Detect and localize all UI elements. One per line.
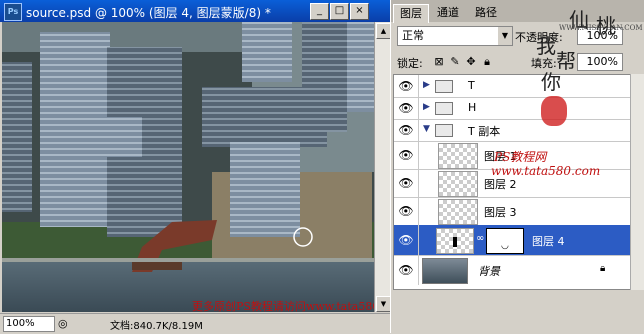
- scroll-up-icon[interactable]: ▲: [376, 23, 391, 39]
- site-url-watermark: WWW.MISSYUAN.COM: [559, 24, 643, 32]
- watermark-char: 我: [536, 34, 556, 58]
- lock-position-icon[interactable]: ✥: [465, 56, 477, 68]
- layer-name: H: [468, 101, 477, 114]
- watermark-char: 你: [541, 70, 561, 94]
- red-seal-icon: [541, 96, 567, 126]
- layer-name: T: [468, 79, 475, 92]
- photoshop-icon: Ps: [4, 3, 22, 21]
- eye-icon[interactable]: 👁︎: [397, 233, 415, 247]
- layer-thumbnail: [438, 171, 478, 197]
- expand-arrow-icon[interactable]: ▶: [423, 80, 430, 90]
- document-window: Ps source.psd @ 100% (图层 4, 图层蒙版/8) * _ …: [0, 0, 391, 334]
- tab-channels[interactable]: 通道: [431, 4, 465, 22]
- city-photo: [2, 22, 374, 312]
- layer-name: 图层 3: [484, 206, 517, 219]
- folder-open-icon: [435, 124, 453, 137]
- document-info[interactable]: 文档:840.7K/8.19M: [110, 317, 203, 332]
- layer-thumbnail: [438, 143, 478, 169]
- layer-name: 背景: [478, 265, 500, 278]
- fill-field[interactable]: 100%: [577, 53, 623, 71]
- maximize-button[interactable]: □: [330, 3, 349, 20]
- layer-row-3[interactable]: 👁︎ 图层 3: [394, 197, 630, 226]
- layer-row-h[interactable]: 👁︎ ▶ H: [394, 97, 630, 120]
- tata-url-watermark: www.tata580.com: [491, 164, 601, 178]
- layers-panel: 图层 通道 路径 正常 ▼ 不透明度: 100% 锁定: ⊠ ✎ ✥ 🔒︎ 填充…: [390, 0, 644, 333]
- eye-icon[interactable]: 👁︎: [397, 123, 415, 137]
- lock-pixels-icon[interactable]: ✎: [449, 56, 461, 68]
- close-button[interactable]: ×: [350, 3, 369, 20]
- ps-watermark: PS教程网: [494, 150, 547, 164]
- layer-row-t-copy[interactable]: 👁︎ ▼ T 副本: [394, 119, 630, 142]
- footer-watermark: 更多原创PS教程请访问www.tata580.com 及 仙桃帮你网站: [192, 300, 374, 312]
- eye-icon[interactable]: 👁︎: [397, 148, 415, 162]
- eye-icon[interactable]: 👁︎: [397, 101, 415, 115]
- layer-row-background[interactable]: 👁︎ 背景 🔒︎: [394, 255, 630, 285]
- document-title: source.psd @ 100% (图层 4, 图层蒙版/8) *: [26, 6, 271, 20]
- layer-name: 图层 4: [532, 235, 565, 248]
- blend-mode-select[interactable]: 正常 ▼: [397, 26, 513, 46]
- collapse-arrow-icon[interactable]: ▼: [423, 124, 430, 134]
- chevron-down-icon: ▼: [498, 27, 512, 45]
- layers-list: 👁︎ ▶ T 👁︎ ▶ H 👁︎ ▼ T 副本 👁︎ 图层 1 👁︎ 图层 2 …: [393, 74, 631, 290]
- tab-layers[interactable]: 图层: [393, 4, 429, 23]
- layer-thumbnail: [438, 199, 478, 225]
- minimize-button[interactable]: _: [310, 3, 329, 20]
- vertical-scrollbar[interactable]: ▲ ▼: [374, 22, 391, 312]
- blend-mode-value: 正常: [402, 29, 424, 42]
- image-canvas[interactable]: 更多原创PS教程请访问www.tata580.com 及 仙桃帮你网站: [2, 22, 374, 312]
- layer-row-4[interactable]: 👁︎ ∞ ◡ 图层 4: [394, 225, 630, 256]
- layer-mask-thumbnail[interactable]: ◡: [486, 228, 524, 254]
- eye-icon[interactable]: 👁︎: [397, 79, 415, 93]
- layer-name: 图层 2: [484, 178, 517, 191]
- scroll-down-icon[interactable]: ▼: [376, 296, 391, 312]
- lock-all-icon[interactable]: 🔒︎: [481, 56, 493, 68]
- zoom-field[interactable]: 100%: [3, 316, 55, 332]
- layer-row-t[interactable]: 👁︎ ▶ T: [394, 75, 630, 98]
- eye-icon[interactable]: 👁︎: [397, 263, 415, 277]
- expand-arrow-icon[interactable]: ▶: [423, 102, 430, 112]
- folder-icon: [435, 80, 453, 93]
- lock-transparency-icon[interactable]: ⊠: [433, 56, 445, 68]
- lock-icon: 🔒︎: [600, 263, 606, 274]
- layer-name: T 副本: [468, 125, 501, 138]
- lock-label: 锁定:: [397, 57, 423, 70]
- eye-icon[interactable]: 👁︎: [397, 204, 415, 218]
- document-title-bar[interactable]: Ps source.psd @ 100% (图层 4, 图层蒙版/8) * _ …: [0, 0, 390, 22]
- lock-row: 锁定: ⊠ ✎ ✥ 🔒︎ 填充: 100%: [391, 50, 644, 74]
- navigator-icon[interactable]: ◎: [58, 317, 68, 330]
- tab-paths[interactable]: 路径: [469, 4, 503, 22]
- folder-icon: [435, 102, 453, 115]
- layer-thumbnail: [436, 228, 474, 254]
- layers-scrollbar[interactable]: [630, 74, 644, 290]
- background-thumbnail: [422, 258, 468, 284]
- link-chain-icon[interactable]: ∞: [476, 233, 484, 244]
- eye-icon[interactable]: 👁︎: [397, 176, 415, 190]
- status-bar: 100% ◎ 文档:840.7K/8.19M: [0, 313, 390, 334]
